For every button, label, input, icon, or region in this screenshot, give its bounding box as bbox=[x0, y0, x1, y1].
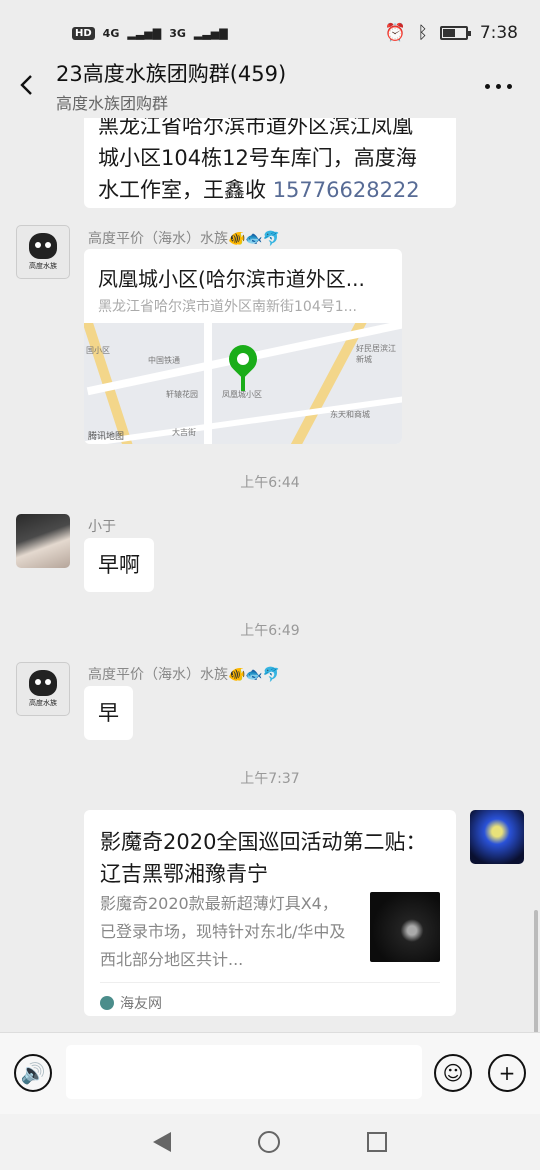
chat-header: 23高度水族团购群(459) 高度水族团购群 bbox=[0, 52, 540, 118]
plus-icon[interactable]: + bbox=[488, 1054, 526, 1092]
address-line2: 城小区104栋12号车库门，高度海 bbox=[98, 146, 417, 170]
location-card[interactable]: 凤凰城小区(哈尔滨市道外区... 黑龙江省哈尔滨市道外区南新街104号1... … bbox=[84, 249, 402, 444]
nav-home-icon[interactable] bbox=[257, 1131, 280, 1153]
sender-name: 高度平价（海水）水族🐠🐟🐬 bbox=[88, 667, 281, 683]
message-input[interactable] bbox=[66, 1045, 422, 1099]
my-avatar[interactable] bbox=[470, 810, 524, 864]
signal-icon: ▂▃▅▇ bbox=[127, 26, 162, 40]
map-label: 国小区 bbox=[86, 346, 110, 355]
sender-name: 小于 bbox=[88, 519, 116, 535]
emoji-icon[interactable]: ☺ bbox=[434, 1054, 472, 1092]
article-card[interactable]: 影魔奇2020全国巡回活动第二贴： 辽吉黑鄂湘豫青宁 影魔奇2020款最新超薄灯… bbox=[84, 810, 456, 1016]
voice-icon[interactable]: 🔊 bbox=[14, 1054, 52, 1092]
text-message[interactable]: 早 bbox=[84, 686, 133, 740]
article-description: 影魔奇2020款最新超薄灯具X4，已登录市场，现特针对东北/华中及西北部分地区共… bbox=[100, 894, 346, 969]
nav-back-icon[interactable] bbox=[153, 1132, 172, 1152]
timestamp: 上午7:37 bbox=[240, 771, 300, 787]
signal-icon: ▂▃▅▇ bbox=[193, 26, 228, 40]
input-bar: 🔊 ☺ + bbox=[0, 1032, 540, 1114]
map-label: 好民居滨江新城 bbox=[356, 344, 396, 364]
location-address: 黑龙江省哈尔滨市道外区南新街104号1... bbox=[98, 299, 357, 315]
navigation-bar bbox=[0, 1114, 540, 1170]
source-icon bbox=[100, 996, 114, 1010]
source-name: 海友网 bbox=[120, 996, 162, 1012]
timestamp: 上午6:49 bbox=[240, 623, 300, 639]
address-line3-text: 水工作室，王鑫收 bbox=[98, 178, 273, 202]
status-right: ⏰ ᛒ 7:38 bbox=[384, 23, 518, 43]
more-options-icon[interactable] bbox=[485, 84, 512, 89]
scrollbar[interactable] bbox=[534, 910, 538, 1032]
avatar[interactable] bbox=[16, 514, 70, 568]
map-label: 东天和商城 bbox=[330, 410, 370, 419]
address-line1: 黑龙江省哈尔滨市道外区滨江凤凰 bbox=[98, 118, 413, 138]
address-message[interactable]: 黑龙江省哈尔滨市道外区滨江凤凰 城小区104栋12号车库门，高度海 水工作室，王… bbox=[84, 118, 456, 208]
address-line3: 水工作室，王鑫收 15776628222 bbox=[98, 174, 442, 206]
chat-area[interactable]: 黑龙江省哈尔滨市道外区滨江凤凰 城小区104栋12号车库门，高度海 水工作室，王… bbox=[0, 118, 540, 1032]
article-title: 影魔奇2020全国巡回活动第二贴： 辽吉黑鄂湘豫青宁 bbox=[100, 830, 427, 886]
timestamp: 上午6:44 bbox=[240, 475, 300, 491]
phone-link[interactable]: 15776628222 bbox=[273, 178, 420, 202]
location-map[interactable]: 中国铁通 凤凰城小区 好民居滨江新城 东天和商城 轩辕花园 大吉街 国小区 腾讯… bbox=[84, 323, 402, 444]
avatar[interactable]: 高度水族 bbox=[16, 225, 70, 279]
chat-subtitle: 高度水族团购群 bbox=[56, 94, 169, 113]
hd-badge: HD bbox=[72, 26, 95, 40]
chat-title: 23高度水族团购群(459) bbox=[56, 62, 287, 86]
status-time: 7:38 bbox=[479, 23, 518, 43]
article-thumbnail bbox=[370, 892, 440, 962]
avatar[interactable]: 高度水族 bbox=[16, 662, 70, 716]
network-4g: 4G bbox=[102, 26, 120, 40]
location-title: 凤凰城小区(哈尔滨市道外区... bbox=[98, 267, 365, 291]
nav-recent-icon[interactable] bbox=[366, 1132, 387, 1152]
network-3g: 3G bbox=[169, 26, 186, 40]
alarm-icon: ⏰ bbox=[384, 23, 406, 43]
bluetooth-icon: ᛒ bbox=[417, 23, 428, 43]
map-label: 中国铁通 bbox=[148, 356, 180, 365]
battery-icon bbox=[439, 26, 471, 40]
article-source: 海友网 bbox=[100, 982, 440, 1013]
map-label: 大吉街 bbox=[172, 428, 196, 437]
sender-name: 高度平价（海水）水族🐠🐟🐬 bbox=[88, 231, 281, 247]
back-icon[interactable] bbox=[18, 74, 34, 96]
map-brand: 腾讯地图 bbox=[88, 432, 125, 442]
status-left: HD 4G ▂▃▅▇ 3G ▂▃▅▇ bbox=[72, 26, 228, 40]
map-label: 轩辕花园 bbox=[166, 390, 198, 399]
text-message[interactable]: 早啊 bbox=[84, 538, 154, 592]
